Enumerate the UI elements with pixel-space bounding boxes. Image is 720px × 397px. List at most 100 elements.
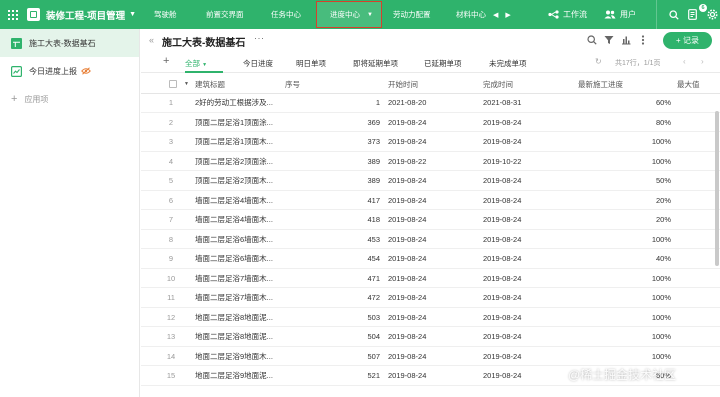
cell-progress[interactable]: 100% bbox=[578, 153, 671, 171]
column-header[interactable]: 建筑标题 bbox=[195, 75, 285, 93]
cell-end[interactable]: 2019-08-24 bbox=[483, 211, 578, 229]
cell-title[interactable]: 顶面二层足浴1顶面木... bbox=[195, 133, 285, 151]
table-row[interactable]: 7 墙面二层足浴4墙面木... 418 2019-08-24 2019-08-24 20% bbox=[141, 211, 720, 230]
cell-title[interactable]: 墙面二层足浴4墙面木... bbox=[195, 192, 285, 210]
cell-end[interactable]: 2019-08-24 bbox=[483, 309, 578, 327]
app-title[interactable]: 装修工程-项目管理 bbox=[46, 8, 125, 22]
vertical-scrollbar[interactable] bbox=[715, 111, 719, 266]
next-page-icon[interactable]: › bbox=[701, 57, 704, 66]
cell-start[interactable]: 2019-08-24 bbox=[388, 309, 483, 327]
cell-start[interactable]: 2019-08-24 bbox=[388, 250, 483, 268]
cell-end[interactable]: 2019-08-24 bbox=[483, 270, 578, 288]
cell-idx[interactable]: 8 bbox=[161, 231, 181, 249]
tab-unfinished[interactable]: 未完成单项 bbox=[489, 58, 527, 69]
cell-start[interactable]: 2019-08-24 bbox=[388, 367, 483, 385]
select-all-checkbox[interactable] bbox=[169, 75, 177, 93]
table-row[interactable]: 14 地面二层足浴9地面木... 507 2019-08-24 2019-08-24 10… bbox=[141, 348, 720, 366]
cell-start[interactable]: 2019-08-24 bbox=[388, 289, 483, 307]
cell-title[interactable]: 顶面二层足浴2顶面涂... bbox=[195, 153, 285, 171]
more-icon[interactable] bbox=[638, 35, 648, 45]
sidebar-item-data-table[interactable]: 施工大表-数据基石 bbox=[0, 29, 139, 57]
cell-end[interactable]: 2019-08-24 bbox=[483, 231, 578, 249]
cell-end[interactable]: 2019-08-24 bbox=[483, 289, 578, 307]
cell-title[interactable]: 墙面二层足浴7墙面木... bbox=[195, 270, 285, 288]
search-button[interactable] bbox=[669, 10, 683, 20]
search-icon[interactable] bbox=[587, 35, 597, 45]
cell-seq[interactable]: 471 bbox=[285, 270, 380, 288]
table-row[interactable]: 11 墙面二层足浴7墙面木... 472 2019-08-24 2019-08-24 10… bbox=[141, 289, 720, 308]
cell-end[interactable]: 2019-08-24 bbox=[483, 250, 578, 268]
cell-start[interactable]: 2019-08-22 bbox=[388, 153, 483, 171]
cell-idx[interactable]: 9 bbox=[161, 250, 181, 268]
add-record-button[interactable]: + 记录 bbox=[663, 32, 712, 49]
column-header[interactable]: 最大值 bbox=[677, 75, 717, 93]
cell-seq[interactable]: 507 bbox=[285, 348, 380, 366]
cell-seq[interactable]: 418 bbox=[285, 211, 380, 229]
cell-idx[interactable]: 13 bbox=[161, 328, 181, 346]
cell-seq[interactable]: 1 bbox=[285, 94, 380, 112]
cell-idx[interactable]: 1 bbox=[161, 94, 181, 112]
table-row[interactable]: 9 墙面二层足浴6墙面木... 454 2019-08-24 2019-08-24 40% bbox=[141, 250, 720, 269]
cell-end[interactable]: 2019-08-24 bbox=[483, 172, 578, 190]
cell-start[interactable]: 2019-08-24 bbox=[388, 270, 483, 288]
cell-progress[interactable]: 100% bbox=[578, 309, 671, 327]
column-header[interactable]: 开始时间 bbox=[388, 75, 483, 93]
bar-chart-icon[interactable] bbox=[621, 35, 631, 45]
cell-end[interactable]: 2019-08-24 bbox=[483, 348, 578, 366]
nav-item-progress-center[interactable]: 进度中心 ▼ bbox=[316, 1, 382, 28]
nav-item-task-center[interactable]: 任务中心 bbox=[262, 0, 316, 29]
cell-end[interactable]: 2019-08-24 bbox=[483, 133, 578, 151]
table-row[interactable]: 5 顶面二层足浴2顶面木... 389 2019-08-24 2019-08-24 50% bbox=[141, 172, 720, 191]
cell-title[interactable]: 地面二层足浴8地面泥... bbox=[195, 328, 285, 346]
arrow-left-icon[interactable]: ◀ bbox=[493, 11, 498, 19]
cell-title[interactable]: 墙面二层足浴6墙面木... bbox=[195, 250, 285, 268]
nav-item-interface[interactable]: 前置交界面 bbox=[196, 0, 262, 29]
cell-start[interactable]: 2019-08-24 bbox=[388, 133, 483, 151]
chevron-down-icon[interactable]: ▼ bbox=[129, 11, 136, 18]
nav-item-cockpit[interactable]: 驾驶舱 bbox=[146, 0, 196, 29]
cell-seq[interactable]: 504 bbox=[285, 328, 380, 346]
notification-button[interactable]: 6 bbox=[688, 4, 707, 20]
cell-seq[interactable]: 417 bbox=[285, 192, 380, 210]
cell-seq[interactable]: 373 bbox=[285, 133, 380, 151]
table-row[interactable]: 10 墙面二层足浴7墙面木... 471 2019-08-24 2019-08-24 10… bbox=[141, 270, 720, 288]
refresh-icon[interactable]: ↻ bbox=[595, 57, 602, 66]
cell-progress[interactable]: 100% bbox=[578, 133, 671, 151]
cell-start[interactable]: 2019-08-24 bbox=[388, 114, 483, 132]
collapse-sidebar-icon[interactable]: « bbox=[149, 35, 154, 45]
nav-item-labor[interactable]: 劳动力配置 bbox=[382, 0, 448, 29]
cell-progress[interactable]: 100% bbox=[578, 328, 671, 346]
table-row[interactable]: 2 顶面二层足浴1顶面涂... 369 2019-08-24 2019-08-24 80% bbox=[141, 114, 720, 132]
cell-seq[interactable]: 389 bbox=[285, 153, 380, 171]
cell-idx[interactable]: 15 bbox=[161, 367, 181, 385]
workflow-button[interactable]: 工作流 bbox=[548, 9, 604, 20]
table-row[interactable]: 6 墙面二层足浴4墙面木... 417 2019-08-24 2019-08-24 20% bbox=[141, 192, 720, 210]
cell-idx[interactable]: 7 bbox=[161, 211, 181, 229]
table-row[interactable]: 3 顶面二层足浴1顶面木... 373 2019-08-24 2019-08-24 100… bbox=[141, 133, 720, 152]
cell-title[interactable]: 墙面二层足浴6墙面木... bbox=[195, 231, 285, 249]
cell-idx[interactable]: 2 bbox=[161, 114, 181, 132]
cell-seq[interactable]: 369 bbox=[285, 114, 380, 132]
cell-start[interactable]: 2019-08-24 bbox=[388, 348, 483, 366]
column-header[interactable]: 序号 bbox=[285, 75, 380, 93]
cell-title[interactable]: 墙面二层足浴4墙面木... bbox=[195, 211, 285, 229]
cell-title[interactable]: 地面二层足浴9地面木... bbox=[195, 348, 285, 366]
cell-end[interactable]: 2019-08-24 bbox=[483, 328, 578, 346]
cell-idx[interactable]: 12 bbox=[161, 309, 181, 327]
cell-seq[interactable]: 454 bbox=[285, 250, 380, 268]
cell-progress[interactable]: 80% bbox=[578, 114, 671, 132]
cell-progress[interactable]: 40% bbox=[578, 250, 671, 268]
cell-end[interactable]: 2019-08-24 bbox=[483, 192, 578, 210]
more-options-button[interactable]: ··· bbox=[254, 33, 265, 43]
nav-item-materials[interactable]: 材料中心 bbox=[448, 0, 496, 29]
cell-progress[interactable]: 20% bbox=[578, 211, 671, 229]
cell-end[interactable]: 2019-08-24 bbox=[483, 114, 578, 132]
cell-title[interactable]: 顶面二层足浴1顶面涂... bbox=[195, 114, 285, 132]
table-row[interactable]: 12 地面二层足浴8地面泥... 503 2019-08-24 2019-08-24 10… bbox=[141, 309, 720, 327]
chevron-down-icon[interactable]: ▼ bbox=[184, 75, 189, 93]
cell-title[interactable]: 顶面二层足浴2顶面木... bbox=[195, 172, 285, 190]
cell-idx[interactable]: 10 bbox=[161, 270, 181, 288]
filter-icon[interactable] bbox=[604, 35, 614, 45]
cell-start[interactable]: 2019-08-24 bbox=[388, 192, 483, 210]
cell-start[interactable]: 2019-08-24 bbox=[388, 231, 483, 249]
